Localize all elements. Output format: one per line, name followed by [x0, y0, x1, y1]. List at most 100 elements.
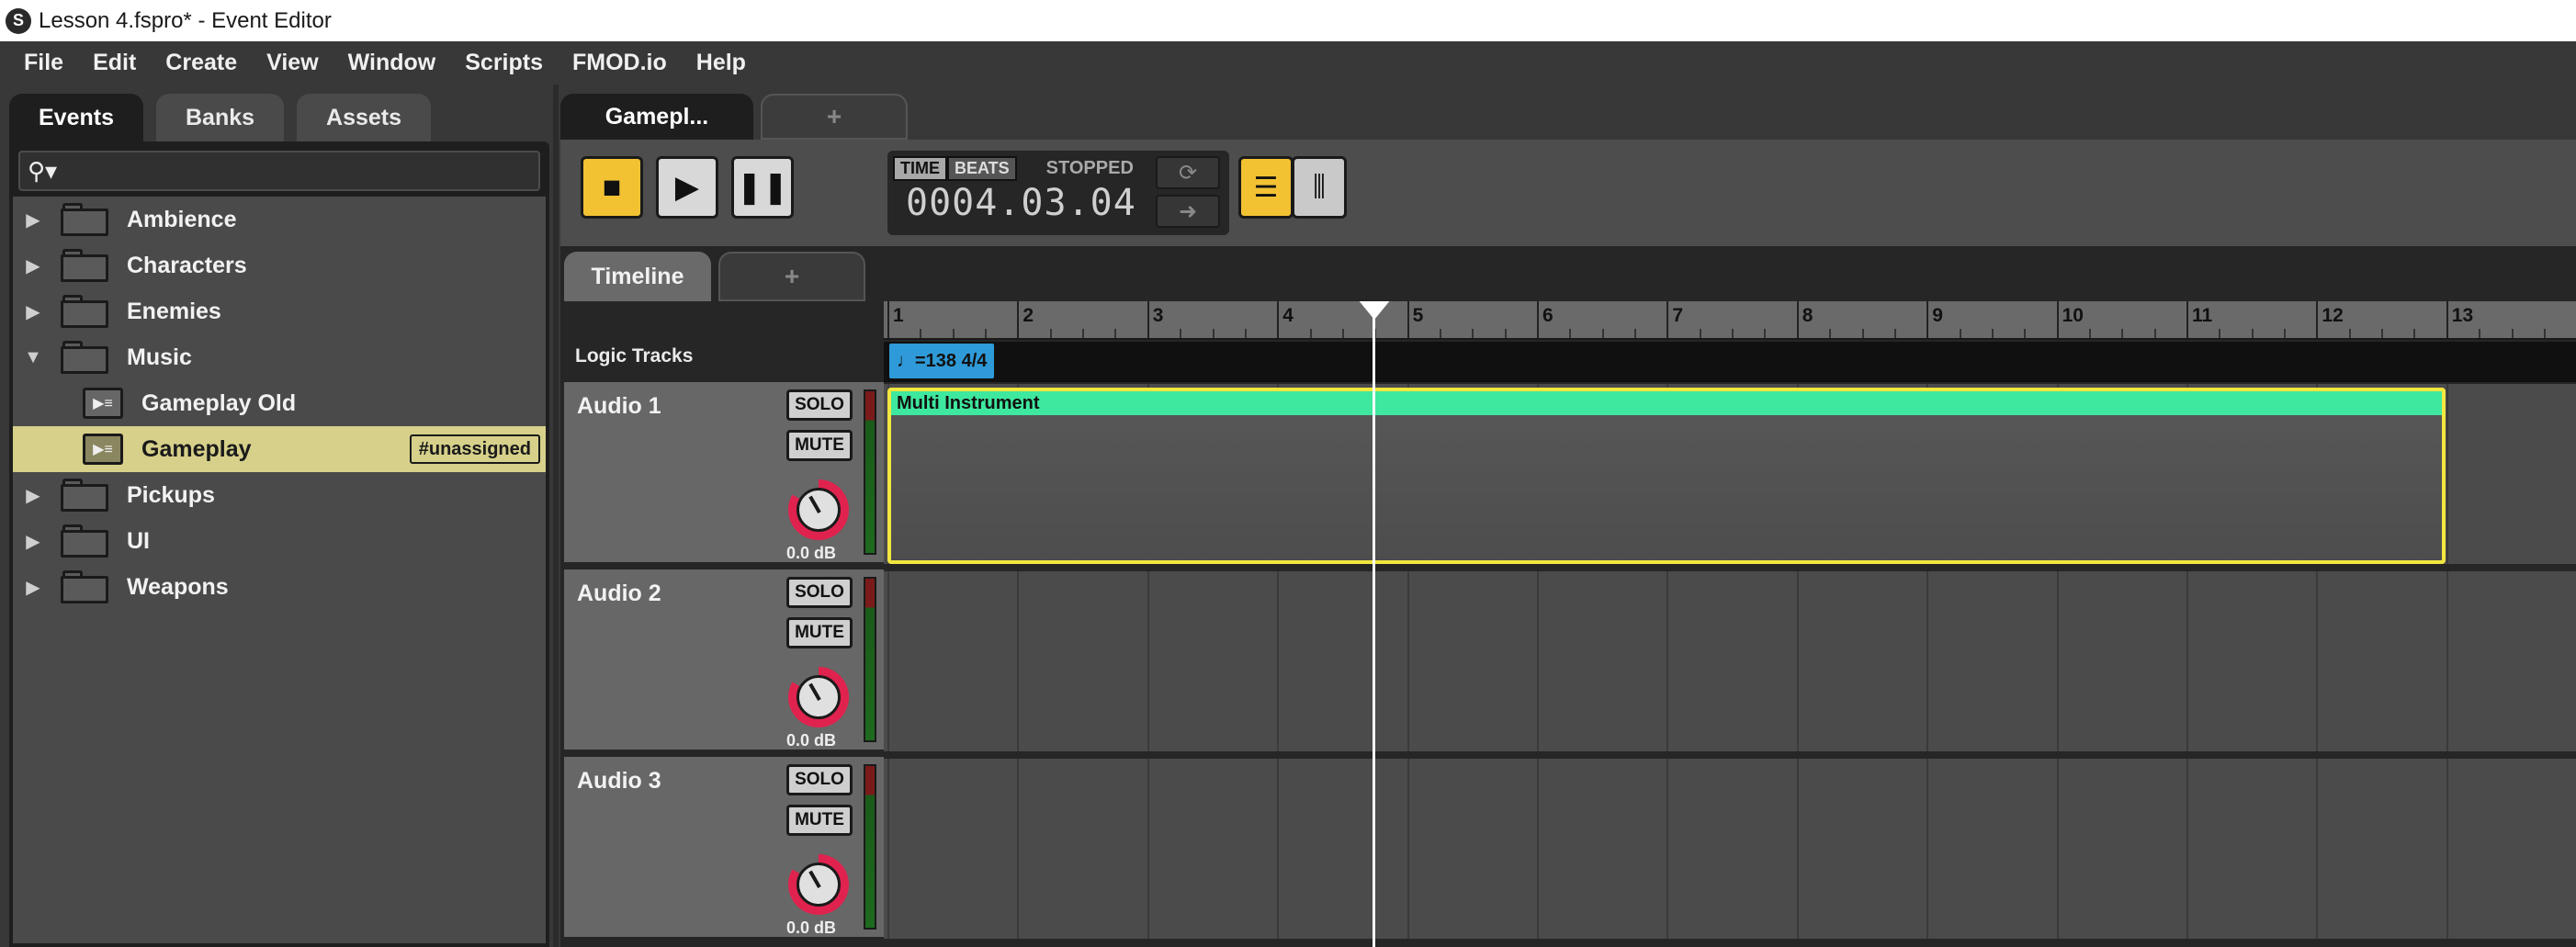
ruler-tick — [2446, 301, 2448, 338]
ruler-bar-number: 6 — [1542, 305, 1554, 326]
menu-create[interactable]: Create — [151, 50, 252, 76]
add-sheet-button[interactable]: + — [718, 252, 865, 301]
tab-gameplay-event[interactable]: Gamepl... — [560, 94, 753, 140]
time-mode-button[interactable]: TIME — [893, 156, 947, 181]
mixer-view-button[interactable]: ⫼ — [1292, 156, 1347, 219]
expand-arrow-icon[interactable]: ▶ — [20, 484, 46, 507]
timeline-ruler[interactable]: 1 2 3 4 5 6 7 8 9 10 11 12 13 — [884, 301, 2576, 340]
collapse-arrow-icon[interactable]: ▼ — [20, 347, 46, 368]
menu-bar: File Edit Create View Window Scripts FMO… — [0, 41, 2576, 85]
tree-folder-ui[interactable]: ▶ UI — [13, 518, 546, 564]
instrument-label: Multi Instrument — [891, 391, 2442, 415]
beats-mode-button[interactable]: BEATS — [947, 156, 1017, 181]
grid-line — [1017, 571, 1020, 751]
track-name: Audio 1 — [577, 393, 661, 419]
play-button[interactable]: ▶ — [656, 156, 718, 219]
playhead-handle-icon[interactable] — [1358, 301, 1391, 320]
menu-help[interactable]: Help — [682, 50, 761, 76]
grid-line — [2186, 759, 2188, 939]
timeline-area[interactable]: 1 2 3 4 5 6 7 8 9 10 11 12 13 ♩ =138 4/4 Multi Instr… — [884, 301, 2576, 947]
list-view-button[interactable]: ☰ — [1238, 156, 1294, 219]
track-lane-audio-3[interactable] — [884, 759, 2576, 939]
multi-instrument-clip[interactable]: Multi Instrument — [887, 388, 2446, 564]
browser-panel: Events Banks Assets ⚲▾ ▶ Ambience ▶ Char… — [0, 85, 553, 947]
grid-line — [1537, 759, 1539, 939]
follow-button[interactable]: ➜ — [1156, 195, 1220, 228]
tree-folder-music[interactable]: ▼ Music — [13, 334, 546, 380]
playhead[interactable] — [1373, 301, 1375, 947]
bank-badge: #unassigned — [409, 434, 540, 464]
tree-event-gameplay-old[interactable]: ▶≡ Gameplay Old — [13, 380, 546, 426]
track-header-audio-2[interactable]: Audio 2 SOLO MUTE 0.0 dB — [564, 569, 884, 750]
tree-folder-pickups[interactable]: ▶ Pickups — [13, 472, 546, 518]
expand-arrow-icon[interactable]: ▶ — [20, 530, 46, 553]
track-header-audio-1[interactable]: Audio 1 SOLO MUTE 0.0 dB — [564, 382, 884, 562]
ruler-minor-tick — [2153, 329, 2156, 338]
expand-arrow-icon[interactable]: ▶ — [20, 254, 46, 277]
ruler-minor-tick — [2251, 329, 2254, 338]
pause-button[interactable]: ❚❚ — [731, 156, 794, 219]
ruler-minor-tick — [1504, 329, 1507, 338]
grid-line — [1796, 759, 1799, 939]
grid-line — [1147, 571, 1149, 751]
menu-edit[interactable]: Edit — [78, 50, 151, 76]
volume-knob[interactable] — [788, 479, 849, 540]
mute-button[interactable]: MUTE — [786, 805, 853, 836]
tab-events[interactable]: Events — [9, 94, 143, 141]
expand-arrow-icon[interactable]: ▶ — [20, 576, 46, 599]
tab-banks[interactable]: Banks — [155, 94, 285, 141]
ruler-minor-tick — [1764, 329, 1767, 338]
folder-icon — [61, 295, 108, 328]
ruler-minor-tick — [1212, 329, 1215, 338]
tab-timeline[interactable]: Timeline — [564, 252, 711, 301]
ruler-minor-tick — [2348, 329, 2351, 338]
volume-knob[interactable] — [788, 667, 849, 727]
menu-scripts[interactable]: Scripts — [450, 50, 558, 76]
solo-button[interactable]: SOLO — [786, 389, 853, 421]
grid-line — [1537, 571, 1539, 751]
level-meter — [864, 389, 876, 555]
grid-line — [2186, 571, 2188, 751]
title-bar: S Lesson 4.fspro* - Event Editor — [0, 0, 2576, 41]
expand-arrow-icon[interactable]: ▶ — [20, 209, 46, 231]
track-lane-audio-2[interactable] — [884, 571, 2576, 751]
add-tab-button[interactable]: + — [761, 94, 908, 140]
tab-assets[interactable]: Assets — [297, 94, 432, 141]
expand-arrow-icon[interactable]: ▶ — [20, 300, 46, 323]
track-lane-audio-1[interactable]: Multi Instrument — [884, 384, 2576, 564]
mute-button[interactable]: MUTE — [786, 617, 853, 648]
stop-button[interactable]: ■ — [581, 156, 643, 219]
menu-view[interactable]: View — [252, 50, 333, 76]
tree-folder-enemies[interactable]: ▶ Enemies — [13, 288, 546, 334]
track-header-audio-3[interactable]: Audio 3 SOLO MUTE 0.0 dB — [564, 757, 884, 937]
grid-line — [2316, 571, 2319, 751]
loop-button[interactable]: ⟳ — [1156, 156, 1220, 189]
ruler-minor-tick — [1180, 329, 1182, 338]
fmod-logo-icon: S — [6, 7, 31, 34]
mute-button[interactable]: MUTE — [786, 430, 853, 461]
folder-icon — [61, 524, 108, 558]
ruler-minor-tick — [2219, 329, 2221, 338]
volume-knob[interactable] — [788, 854, 849, 915]
search-input[interactable]: ⚲▾ — [18, 151, 540, 191]
tempo-marker[interactable]: ♩ =138 4/4 — [889, 344, 995, 378]
tree-folder-weapons[interactable]: ▶ Weapons — [13, 564, 546, 610]
grid-line — [887, 759, 889, 939]
solo-button[interactable]: SOLO — [786, 577, 853, 608]
ruler-tick — [1407, 301, 1409, 338]
grid-line — [1926, 571, 1929, 751]
tree-event-gameplay[interactable]: ▶≡ Gameplay #unassigned — [13, 426, 546, 472]
menu-window[interactable]: Window — [333, 50, 451, 76]
solo-button[interactable]: SOLO — [786, 764, 853, 795]
tree-folder-characters[interactable]: ▶ Characters — [13, 242, 546, 288]
ruler-tick — [2316, 301, 2319, 338]
browser-tabs: Events Banks Assets — [9, 94, 444, 141]
sheet-tabs: Timeline + — [560, 246, 2576, 301]
ruler-minor-tick — [952, 329, 955, 338]
logic-track-lane[interactable]: ♩ =138 4/4 — [884, 342, 2576, 382]
search-icon: ⚲▾ — [28, 156, 58, 185]
menu-file[interactable]: File — [9, 50, 78, 76]
menu-fmodio[interactable]: FMOD.io — [558, 50, 682, 76]
grid-line — [2056, 759, 2059, 939]
tree-folder-ambience[interactable]: ▶ Ambience — [13, 197, 546, 242]
